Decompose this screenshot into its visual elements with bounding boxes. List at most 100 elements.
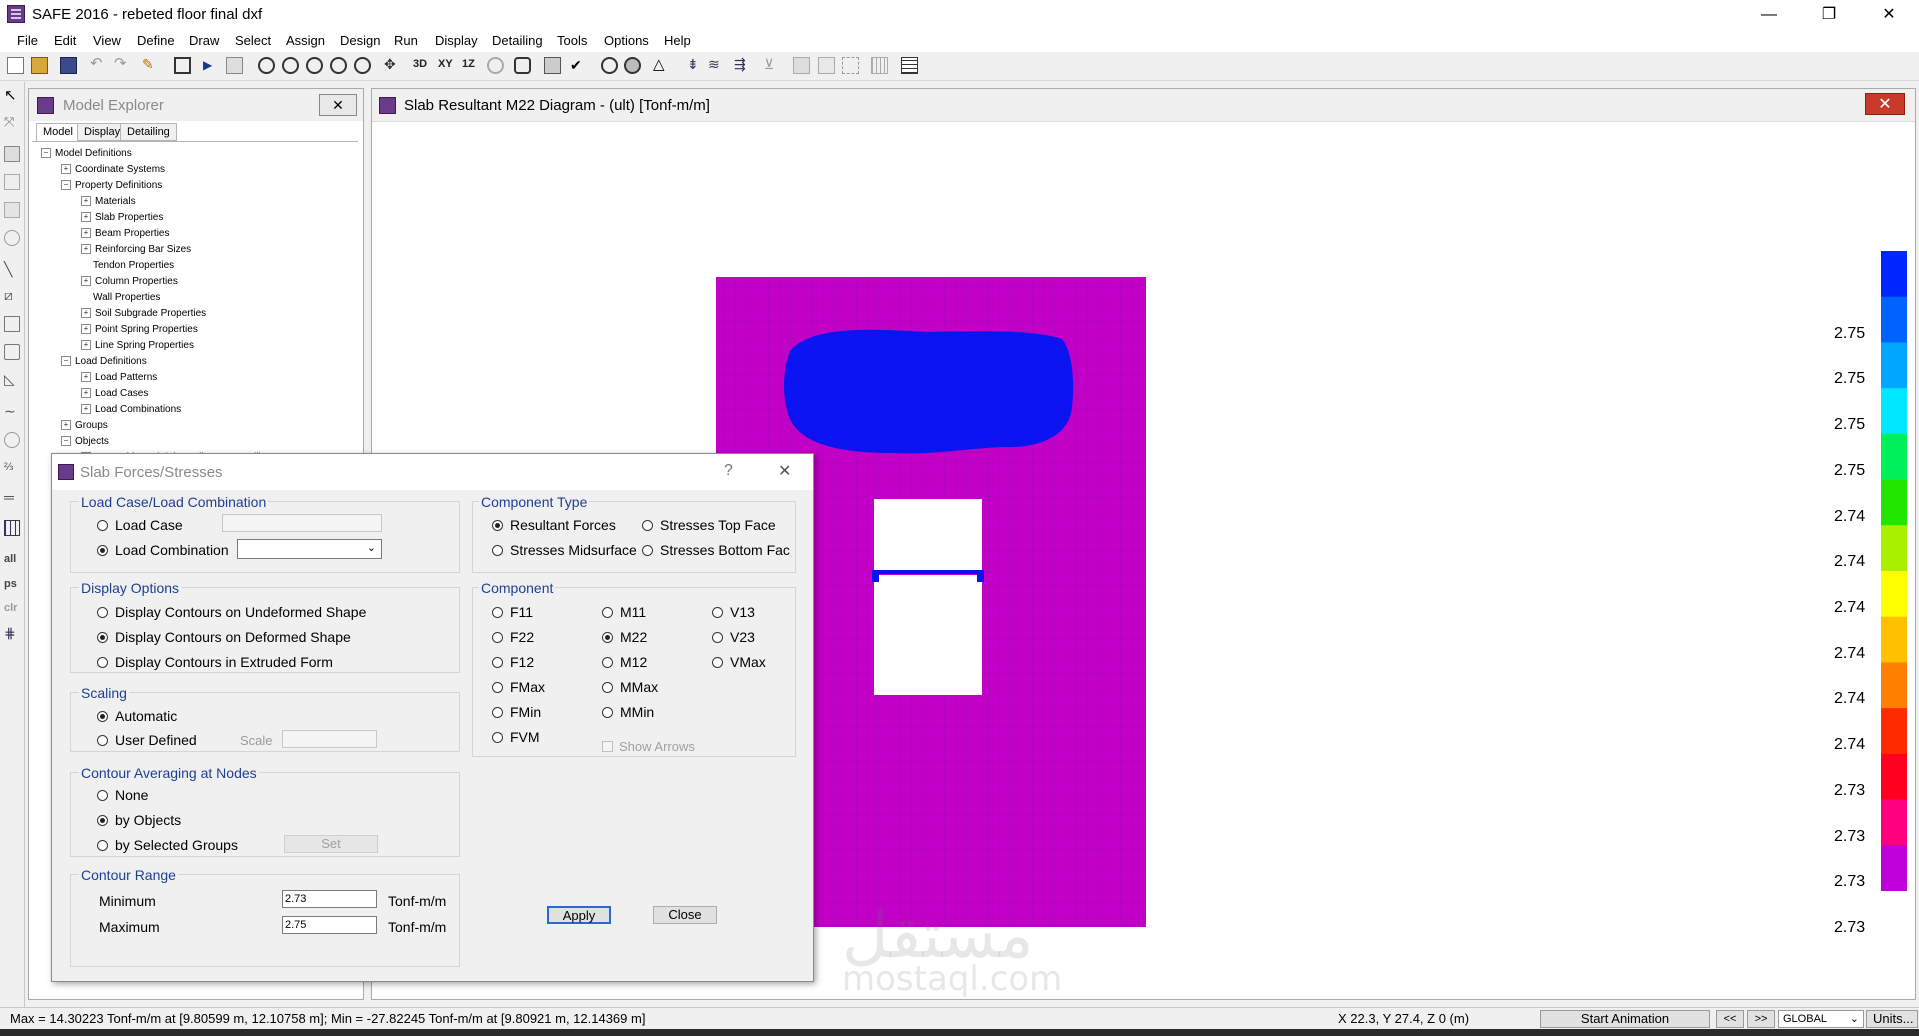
menu-edit[interactable]: Edit [54,33,76,48]
view-3d-button[interactable]: 3D [413,58,427,70]
clear-select-button[interactable]: clr [4,602,17,614]
tree-item[interactable]: + Soil Subgrade Properties [81,308,206,319]
stresses-midsurface-radio[interactable]: Stresses Midsurface [492,542,637,558]
expand-icon[interactable]: + [81,244,91,255]
component-radio-v13[interactable]: V13 [712,604,755,620]
undo-icon[interactable]: ↶ [90,56,107,74]
tree-item[interactable]: + Load Cases [81,388,148,399]
collapse-icon[interactable]: − [61,180,71,191]
deformed-shape-radio[interactable]: Display Contours on Deformed Shape [97,629,351,645]
collapse-icon[interactable]: − [61,436,71,447]
reshape-icon[interactable]: ⤧ [4,114,20,130]
averaging-by-objects-radio[interactable]: by Objects [97,812,181,828]
zoom-window-icon[interactable] [258,57,275,74]
support-icon[interactable]: ⇟ [687,57,704,74]
expand-icon[interactable]: + [81,228,91,239]
intersect-select-icon[interactable]: ⋕ [4,626,20,642]
view-xy-button[interactable]: XY [438,58,453,70]
tree-item[interactable]: + Beam Properties [81,228,169,239]
draw-slab-icon[interactable] [4,146,20,162]
draw-rectangle-icon[interactable] [4,174,20,190]
minimum-input[interactable] [282,890,377,908]
tree-item[interactable]: + Coordinate Systems [61,164,165,175]
dialog-close-button[interactable]: Close [653,906,717,924]
extruded-form-radio[interactable]: Display Contours in Extruded Form [97,654,333,670]
draw-beam-icon[interactable]: ⧄ [4,288,20,304]
menu-help[interactable]: Help [664,33,691,48]
user-defined-radio[interactable]: User Defined [97,732,197,748]
component-radio-f22[interactable]: F22 [492,629,534,645]
component-radio-m22[interactable]: M22 [602,629,647,645]
load-combination-radio[interactable]: Load Combination [97,542,229,558]
tree-item[interactable]: − Model Definitions [41,148,132,159]
display-options-icon[interactable] [544,57,561,74]
menu-options[interactable]: Options [604,33,649,48]
lock-icon[interactable] [174,57,191,74]
rotate-view-icon[interactable] [487,57,504,74]
show-arrows-checkbox[interactable]: Show Arrows [602,739,695,754]
dialog-close-x[interactable]: ✕ [778,461,791,481]
averaging-none-radio[interactable]: None [97,787,148,803]
menu-draw[interactable]: Draw [189,33,219,48]
snap-grid-icon[interactable] [4,520,20,536]
component-radio-mmin[interactable]: MMin [602,704,654,720]
pointer-icon[interactable]: ↖ [4,88,20,104]
tree-item[interactable]: Tendon Properties [81,260,174,271]
zoom-in-icon[interactable] [306,57,323,74]
save-icon[interactable] [60,57,77,74]
dimension-icon[interactable]: ⅔ [4,460,20,476]
units-button[interactable]: Units... [1866,1010,1918,1028]
redo-icon[interactable]: ↷ [114,56,131,74]
point-icon[interactable] [601,57,618,74]
draw-line-icon[interactable]: ╲ [4,262,20,278]
coordinate-system-select[interactable]: GLOBAL ⌄ [1778,1010,1864,1028]
triangle-icon[interactable]: △ [653,57,670,74]
draw-column-icon[interactable] [4,316,20,332]
draw-wall-icon[interactable] [4,344,20,360]
expand-icon[interactable]: + [81,212,91,223]
menu-file[interactable]: File [17,33,38,48]
menu-define[interactable]: Define [137,33,175,48]
draw-point-icon[interactable] [4,432,20,448]
menu-view[interactable]: View [93,33,121,48]
component-radio-mmax[interactable]: MMax [602,679,658,695]
draw-area-icon[interactable] [4,202,20,218]
menu-tools[interactable]: Tools [557,33,587,48]
tab-detailing[interactable]: Detailing [120,123,177,141]
tab-model[interactable]: Model [36,123,80,141]
maximize-button[interactable]: ❐ [1806,0,1852,30]
strip-icon[interactable]: ⊻ [764,57,781,74]
load-combination-select[interactable]: ⌄ [237,539,382,559]
tree-item[interactable]: + Line Spring Properties [81,340,194,351]
component-radio-m11[interactable]: M11 [602,604,646,620]
zoom-previous-icon[interactable] [354,57,371,74]
beam-icon[interactable] [818,57,835,74]
collapse-icon[interactable]: − [61,356,71,367]
expand-icon[interactable]: + [61,420,71,431]
menu-run[interactable]: Run [394,33,418,48]
expand-icon[interactable]: + [81,340,91,351]
tree-item[interactable]: + Load Patterns [81,372,157,383]
measure-icon[interactable]: ═ [4,490,20,506]
dialog-help-button[interactable]: ? [724,462,733,480]
forces-icon[interactable]: ⇶ [734,57,751,74]
load-case-radio[interactable]: Load Case [97,517,183,533]
undeformed-shape-radio[interactable]: Display Contours on Undeformed Shape [97,604,366,620]
expand-icon[interactable]: + [61,164,71,175]
slab-icon[interactable] [793,57,810,74]
tendon-icon[interactable] [842,57,859,74]
collapse-icon[interactable]: − [41,148,51,159]
draw-circle-icon[interactable] [4,230,20,246]
apply-button[interactable]: Apply [547,906,611,924]
run-icon[interactable]: ▶ [203,57,220,74]
stresses-top-face-radio[interactable]: Stresses Top Face [642,517,776,533]
tree-item[interactable]: + Load Combinations [81,404,181,415]
component-radio-vmax[interactable]: VMax [712,654,766,670]
table-icon[interactable] [901,57,918,74]
maximum-input[interactable] [282,916,377,934]
menu-detailing[interactable]: Detailing [492,33,543,48]
component-radio-fmax[interactable]: FMax [492,679,545,695]
tree-item[interactable]: − Load Definitions [61,356,147,367]
tree-item[interactable]: Wall Properties [81,292,160,303]
perspective-icon[interactable] [514,57,531,74]
